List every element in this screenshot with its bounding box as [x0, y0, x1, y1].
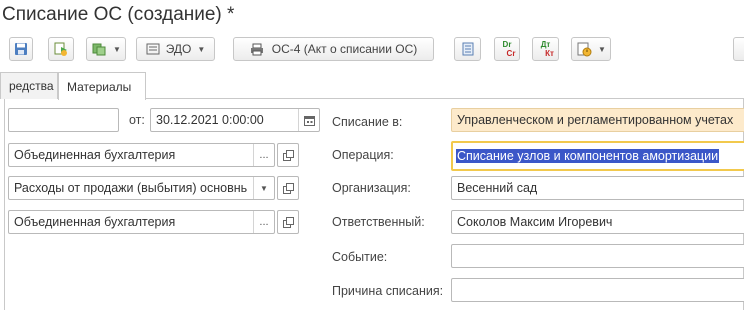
- kt-label: Кт: [545, 49, 554, 58]
- writeoff-reason-label: Причина списания:: [332, 284, 444, 298]
- document-history-button[interactable]: ▼: [571, 37, 611, 61]
- document-date-field[interactable]: 30.12.2021 0:00:00: [150, 108, 320, 132]
- history-icon: [577, 42, 592, 57]
- chevron-down-icon: ▼: [113, 44, 121, 54]
- dt-label: Дт: [540, 40, 551, 49]
- save-button[interactable]: [9, 37, 33, 61]
- chevron-down-icon: ▼: [197, 44, 206, 54]
- expense-item-field[interactable]: Расходы от продажи (выбытия) основнь ▼: [8, 176, 275, 200]
- chevron-down-icon[interactable]: ▼: [253, 177, 274, 199]
- calendar-icon[interactable]: [298, 109, 319, 131]
- tab-fixed-assets[interactable]: редства: [0, 72, 58, 99]
- cr-label: Cr: [506, 49, 516, 58]
- organization-label: Организация:: [332, 181, 411, 195]
- responsible-field[interactable]: Соколов Максим Игоревич: [451, 210, 744, 234]
- open-link-icon[interactable]: [277, 143, 299, 167]
- edo-label: ЭДО: [165, 42, 192, 56]
- responsible-label: Ответственный:: [332, 215, 425, 229]
- create-based-on-button[interactable]: ▼: [86, 37, 126, 61]
- accounting-department-value: Объединенная бухгалтерия: [14, 215, 176, 229]
- tab-materials[interactable]: Материалы: [58, 72, 146, 100]
- date-from-label: от:: [129, 113, 145, 127]
- writeoff-in-field[interactable]: Управленческом и регламентированном учет…: [451, 108, 744, 132]
- create-based-icon: [92, 43, 106, 56]
- select-ellipsis-button[interactable]: ...: [253, 211, 274, 233]
- department-field[interactable]: Объединенная бухгалтерия ...: [8, 143, 275, 167]
- more-actions-button[interactable]: [733, 37, 744, 61]
- page-title: Списание ОС (создание) *: [2, 4, 235, 25]
- print-os4-label: ОС-4 (Акт о списании ОС): [271, 42, 418, 56]
- tab-label: редства: [9, 79, 54, 93]
- writeoff-in-value: Управленческом и регламентированном учет…: [457, 113, 734, 127]
- list-icon: [462, 42, 473, 56]
- document-number-field[interactable]: [8, 108, 119, 132]
- edo-button[interactable]: ЭДО ▼: [136, 37, 215, 61]
- post-and-close-button[interactable]: [48, 37, 74, 61]
- dr-label: Dr: [502, 40, 512, 49]
- responsible-value: Соколов Максим Игоревич: [457, 215, 613, 229]
- post-document-icon: [54, 42, 67, 56]
- organization-value: Весенний сад: [457, 181, 538, 195]
- organization-field[interactable]: Весенний сад: [451, 176, 744, 200]
- event-label: Событие:: [332, 250, 388, 264]
- accounting-department-field[interactable]: Объединенная бухгалтерия ...: [8, 210, 275, 234]
- writeoff-in-label: Списание в:: [332, 115, 403, 129]
- open-link-icon[interactable]: [277, 176, 299, 200]
- event-field[interactable]: [451, 244, 744, 268]
- list-view-button[interactable]: [454, 37, 481, 61]
- open-link-icon[interactable]: [277, 210, 299, 234]
- operation-value: Списание узлов и компонентов амортизации: [456, 149, 720, 163]
- dt-kt-button[interactable]: Дт Кт: [532, 37, 559, 61]
- dr-cr-button[interactable]: Dr Cr: [494, 37, 520, 61]
- chevron-down-icon: ▼: [598, 44, 606, 54]
- department-value: Объединенная бухгалтерия: [14, 148, 176, 162]
- operation-label: Операция:: [332, 148, 394, 162]
- printer-icon: [250, 43, 263, 55]
- document-date-value: 30.12.2021 0:00:00: [156, 113, 264, 127]
- expense-item-value: Расходы от продажи (выбытия) основнь: [14, 181, 248, 195]
- edo-icon: [146, 43, 160, 55]
- tab-label: Материалы: [67, 79, 132, 94]
- select-ellipsis-button[interactable]: ...: [253, 144, 274, 166]
- print-os4-button[interactable]: ОС-4 (Акт о списании ОС): [233, 37, 434, 61]
- writeoff-reason-field[interactable]: [451, 278, 744, 302]
- operation-field[interactable]: Списание узлов и компонентов амортизации: [451, 141, 744, 171]
- floppy-disk-icon: [15, 43, 27, 55]
- panel-left-border: [4, 99, 5, 310]
